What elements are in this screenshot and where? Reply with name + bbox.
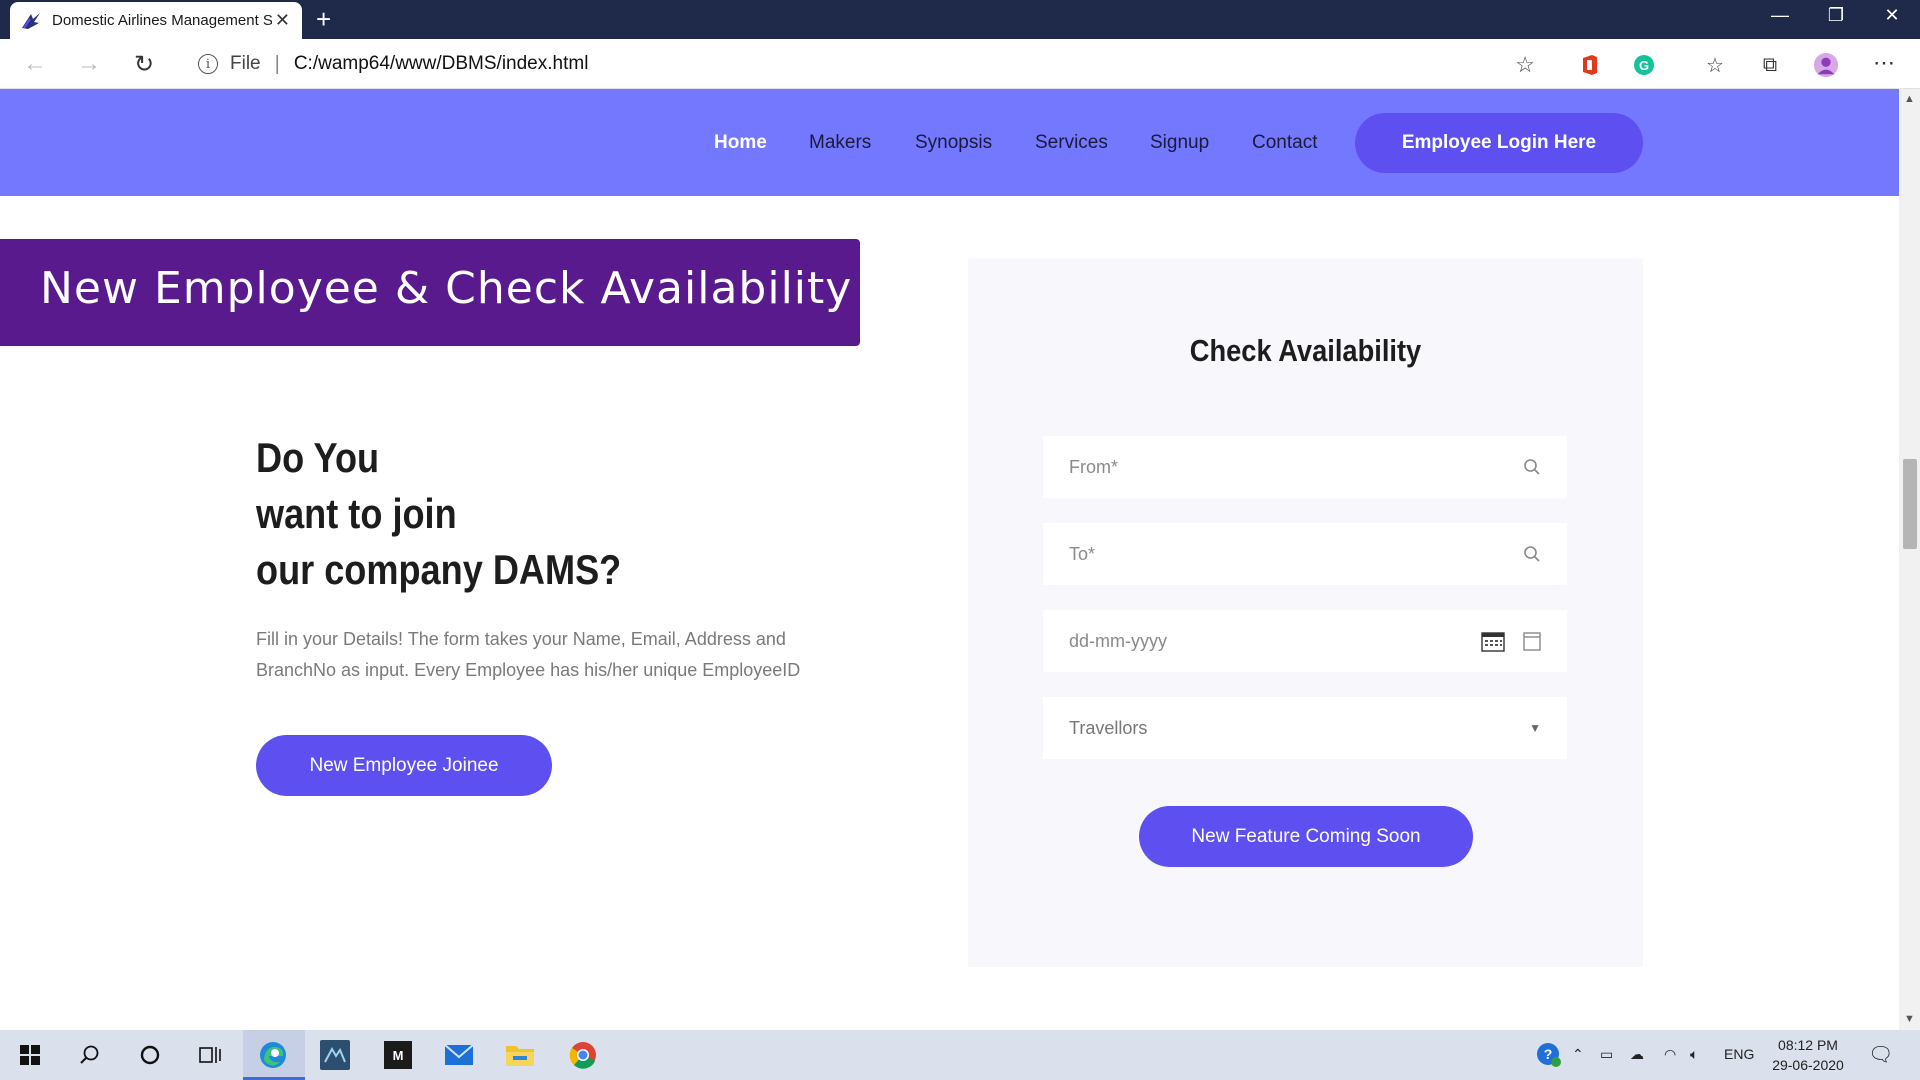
restore-icon[interactable]: ❐ <box>1808 0 1864 30</box>
chevron-up-icon[interactable]: ⌃ <box>1572 1046 1584 1063</box>
forward-icon[interactable]: → <box>74 49 104 79</box>
page-scrollbar[interactable]: ▲ ▼ <box>1899 89 1920 1030</box>
clock-date: 29-06-2020 <box>1772 1057 1844 1073</box>
search-icon <box>1524 546 1540 562</box>
browser-tab-strip: Domestic Airlines Management S ✕ + — ❐ ✕ <box>0 0 1920 39</box>
volume-icon[interactable]: 🔈︎ <box>1690 1046 1698 1063</box>
edge-browser-icon[interactable] <box>258 1040 288 1070</box>
minimize-icon[interactable]: — <box>1752 0 1808 30</box>
nav-home[interactable]: Home <box>714 132 767 154</box>
cloud-icon[interactable]: ☁ <box>1630 1046 1644 1063</box>
headline-line: Do You <box>256 434 380 481</box>
task-view-icon[interactable] <box>195 1040 225 1070</box>
to-placeholder: To* <box>1069 543 1096 564</box>
url-text[interactable]: C:/wamp64/www/DBMS/index.html <box>294 53 589 75</box>
help-icon[interactable]: ? <box>1536 1042 1562 1071</box>
chevron-down-icon: ▼ <box>1529 721 1541 735</box>
mysql-workbench-icon[interactable] <box>320 1040 350 1070</box>
search-icon[interactable] <box>75 1040 105 1070</box>
card-title: Check Availability <box>1189 333 1422 368</box>
from-field[interactable]: From* <box>1043 436 1567 498</box>
new-employee-joinee-button[interactable]: New Employee Joinee <box>256 735 552 796</box>
windows-taskbar: M ? ⌃ ▭ ☁ ◠ 🔈︎ ENG 08:12 PM 29-06-2020 🗨… <box>0 1030 1920 1080</box>
url-scheme-label: File <box>230 53 261 74</box>
grammarly-icon[interactable]: G <box>1631 52 1657 78</box>
refresh-icon[interactable]: ↻ <box>129 49 159 79</box>
window-close-icon[interactable]: ✕ <box>1864 0 1920 30</box>
nav-makers[interactable]: Makers <box>809 132 871 154</box>
language-indicator[interactable]: ENG <box>1724 1046 1754 1062</box>
more-options-icon[interactable]: ⋯ <box>1871 50 1897 76</box>
search-icon <box>1524 459 1540 475</box>
nav-signup[interactable]: Signup <box>1150 132 1209 154</box>
site-header: Home Makers Synopsis Services Signup Con… <box>0 89 1899 196</box>
windows-start-icon[interactable] <box>15 1040 45 1070</box>
to-field[interactable]: To* <box>1043 523 1567 585</box>
headline-line: our company DAMS? <box>256 546 622 593</box>
svg-text:?: ? <box>1544 1046 1553 1062</box>
system-clock[interactable]: 08:12 PM 29-06-2020 <box>1758 1035 1858 1075</box>
from-placeholder: From* <box>1069 456 1118 477</box>
check-availability-card: Check Availability From* To* dd-mm-yyyy … <box>968 258 1643 967</box>
notifications-icon[interactable]: 🗨︎ <box>1868 1042 1893 1067</box>
nav-synopsis[interactable]: Synopsis <box>915 132 992 154</box>
mail-icon[interactable] <box>444 1040 474 1070</box>
clock-time: 08:12 PM <box>1778 1037 1838 1053</box>
profile-avatar-icon[interactable] <box>1813 52 1839 78</box>
date-placeholder: dd-mm-yyyy <box>1069 630 1167 651</box>
date-field[interactable]: dd-mm-yyyy <box>1043 610 1567 672</box>
wifi-icon[interactable]: ◠ <box>1664 1046 1676 1063</box>
file-explorer-icon[interactable] <box>505 1040 535 1070</box>
close-tab-icon[interactable]: ✕ <box>275 10 290 31</box>
employee-login-button[interactable]: Employee Login Here <box>1355 113 1643 173</box>
scroll-thumb[interactable] <box>1903 459 1917 549</box>
travellers-select[interactable]: Travellors ▼ <box>1043 697 1567 759</box>
terminal-app-icon[interactable]: M <box>383 1040 413 1070</box>
new-feature-coming-soon-button[interactable]: New Feature Coming Soon <box>1139 806 1473 867</box>
scroll-up-icon[interactable]: ▲ <box>1904 93 1915 105</box>
calendar-picker-icon[interactable] <box>1481 630 1505 652</box>
favorite-star-icon[interactable]: ☆ <box>1515 52 1535 78</box>
tab-title: Domestic Airlines Management S <box>52 12 272 29</box>
url-separator: | <box>274 52 280 75</box>
collections-icon[interactable]: ⧉ <box>1757 52 1783 78</box>
nav-contact[interactable]: Contact <box>1252 132 1317 154</box>
svg-text:M: M <box>393 1048 404 1063</box>
chrome-icon[interactable] <box>568 1040 598 1070</box>
cortana-icon[interactable] <box>135 1040 165 1070</box>
svg-text:G: G <box>1639 58 1649 73</box>
section-banner: New Employee & Check Availability <box>0 239 860 346</box>
nav-services[interactable]: Services <box>1035 132 1108 154</box>
office-extension-icon[interactable] <box>1577 52 1603 78</box>
browser-tab[interactable]: Domestic Airlines Management S ✕ <box>10 2 302 39</box>
new-tab-icon[interactable]: + <box>316 4 331 35</box>
battery-icon[interactable]: ▭ <box>1600 1046 1613 1063</box>
headline-line: want to join <box>256 490 457 537</box>
favorites-list-icon[interactable]: ☆ <box>1702 52 1728 78</box>
airline-logo-icon <box>22 12 40 29</box>
info-icon[interactable]: i <box>198 54 218 74</box>
travellers-placeholder: Travellors <box>1069 717 1148 738</box>
calendar-icon <box>1523 632 1541 651</box>
join-headline: Do You want to join our company DAMS? <box>256 430 621 598</box>
scroll-down-icon[interactable]: ▼ <box>1904 1013 1915 1025</box>
back-icon[interactable]: ← <box>20 49 50 79</box>
join-description: Fill in your Details! The form takes you… <box>256 629 801 680</box>
section-title: New Employee & Check Availability <box>40 263 853 314</box>
url-field[interactable]: i File | C:/wamp64/www/DBMS/index.html ☆ <box>180 45 1555 83</box>
